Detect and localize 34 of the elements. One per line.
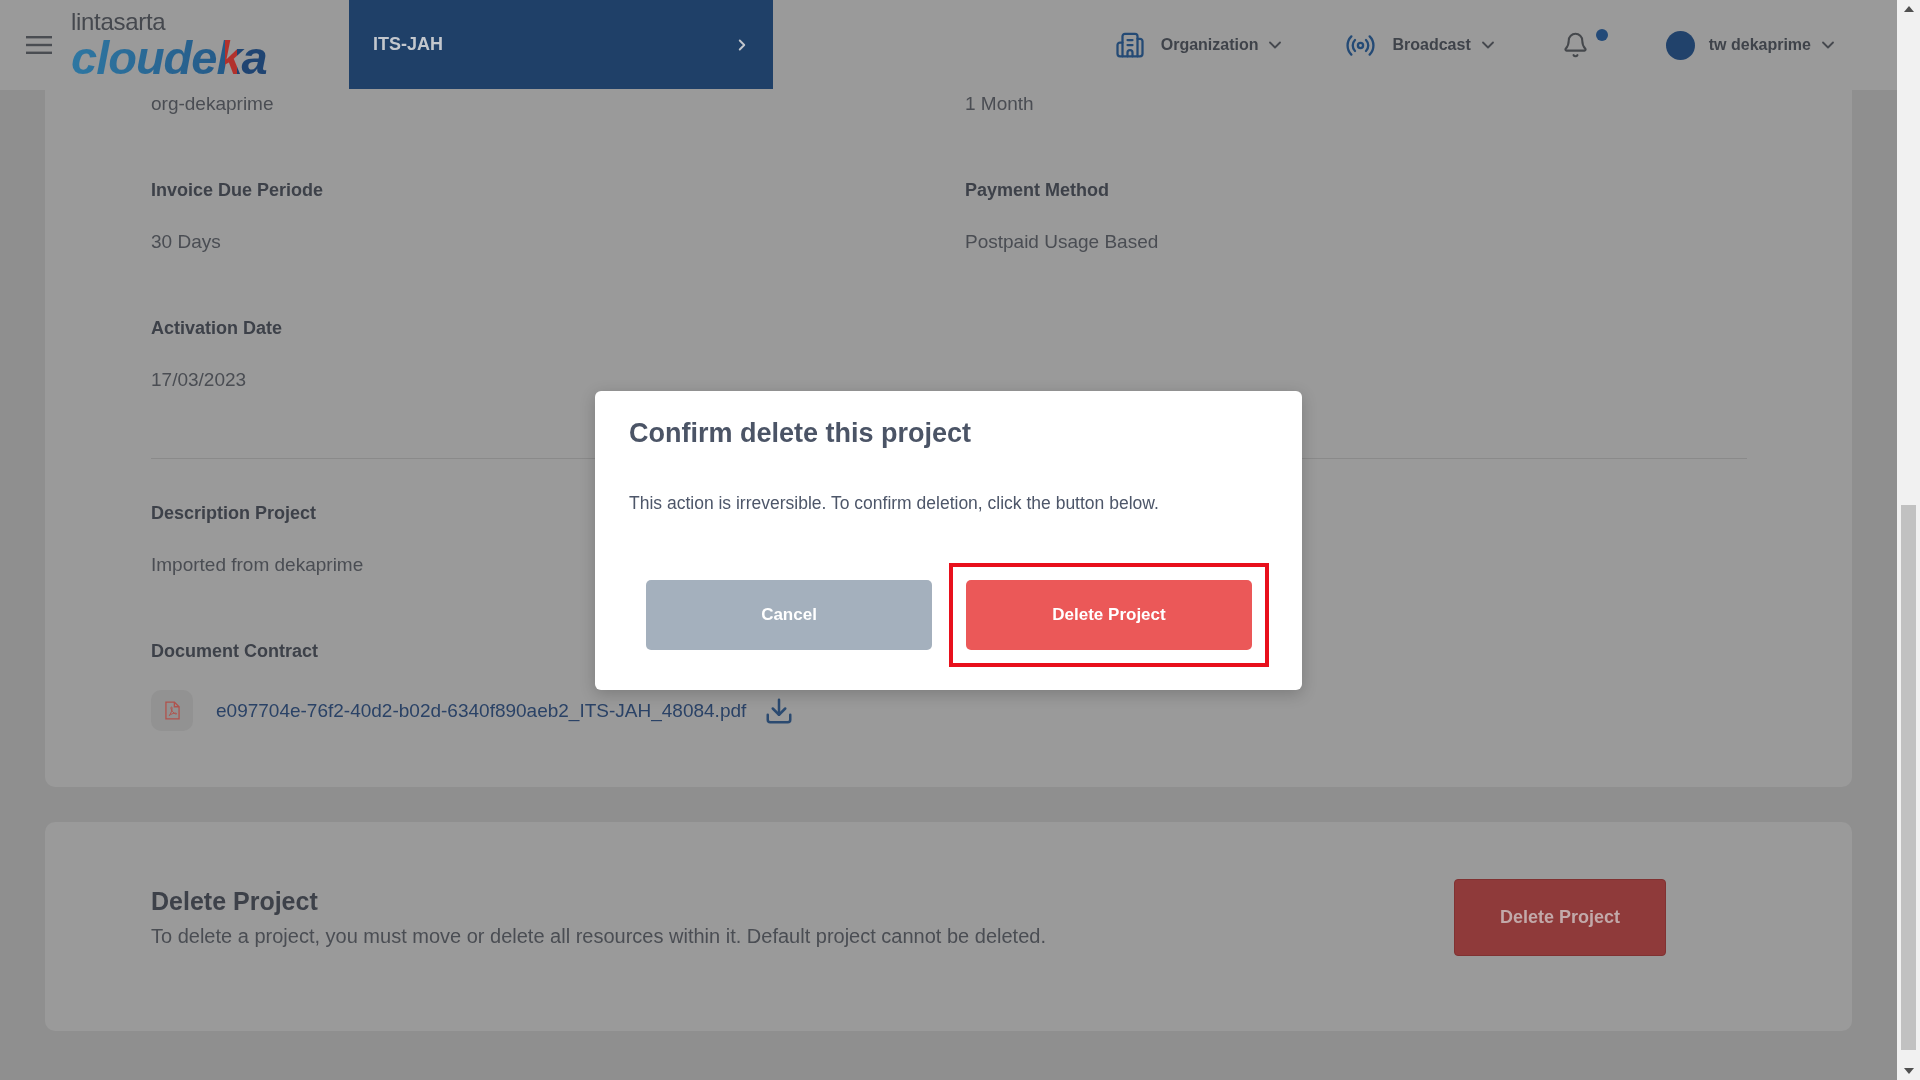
scrollbar-thumb[interactable] [1901, 505, 1916, 1050]
scrollbar[interactable] [1897, 0, 1920, 1080]
field-value: Postpaid Usage Based [965, 230, 1159, 254]
file-link[interactable]: e097704e-76f2-40d2-b02d-6340f890aeb2_ITS-JAH_48084.pdf [216, 696, 747, 725]
logo-company-name: lintasarta [71, 9, 166, 35]
delete-project-button[interactable]: Delete Project [966, 579, 1252, 650]
building-icon [1114, 30, 1145, 60]
notifications-button[interactable] [1561, 30, 1608, 60]
field-label: Payment Method [965, 179, 1110, 202]
dialog-message: This action is irreversible. To confirm deletion, click the button below. [629, 491, 1159, 515]
section-description: To delete a project, you must move or delete all resources within it. Default project cannot be deleted. [151, 924, 1046, 949]
field-label: Document Contract [151, 640, 318, 663]
broadcast-menu[interactable]: Broadcast [1345, 29, 1498, 61]
field-value: 30 Days [151, 230, 221, 254]
dialog-title: Confirm delete this project [629, 416, 972, 450]
up-arrow-icon[interactable] [1903, 6, 1914, 12]
field-value: 1 Month [965, 92, 1034, 116]
field-label: Invoice Due Periode [151, 179, 324, 202]
field-label: Description Project [151, 502, 317, 525]
user-menu[interactable]: tw dekaprime [1665, 30, 1838, 60]
avatar-icon [1665, 30, 1695, 60]
field-value: org-dekaprime [151, 92, 274, 116]
menu-icon[interactable] [26, 36, 52, 54]
field-label: Activation Date [151, 317, 283, 340]
field-value: 17/03/2023 [151, 368, 247, 392]
cancel-button[interactable]: Cancel [646, 579, 932, 650]
pdf-file-icon [151, 690, 193, 731]
project-selector[interactable]: ITS-JAH [349, 0, 773, 89]
section-title: Delete Project [151, 886, 318, 917]
organization-menu[interactable]: Organization [1114, 30, 1286, 60]
delete-project-button[interactable]: Delete Project [1454, 878, 1666, 956]
field-value: Imported from dekaprime [151, 553, 364, 577]
down-arrow-icon[interactable] [1903, 1068, 1914, 1074]
bell-icon [1561, 31, 1589, 59]
